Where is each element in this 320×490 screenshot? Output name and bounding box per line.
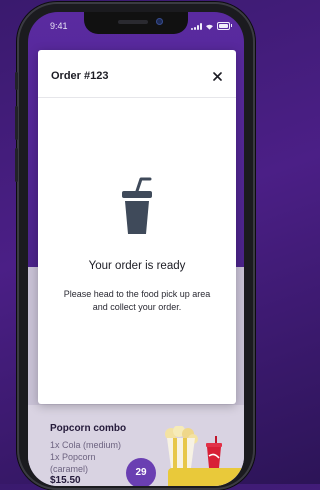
status-bar: 9:41 [28,12,244,40]
volume-up-button [15,106,18,140]
popcorn-icon [165,426,198,468]
pickup-instructions: Please head to the food pick up area and… [63,289,211,312]
wifi-icon [206,24,213,30]
close-icon [212,71,222,81]
background-count-badge: 29 [126,458,156,486]
modal-title: Order #123 [51,70,109,82]
status-time: 9:41 [50,21,68,31]
volume-down-button [15,148,18,182]
close-button[interactable] [210,69,224,83]
phone-screen: Popcorn combo 1x Cola (medium) 1x Popcor… [28,12,244,486]
modal-header: Order #123 [38,50,236,98]
background-item-line: (caramel) [50,464,89,474]
mute-switch [15,72,18,90]
order-ready-heading: Your order is ready [88,260,186,272]
background-item-title: Popcorn combo [50,423,127,434]
background-item-line: 1x Cola (medium) [50,440,122,450]
battery-icon [217,22,232,30]
drink-cup-icon [122,177,152,234]
signal-icon [191,22,202,30]
background-item-price: $15.50 [50,475,81,486]
cola-cup-icon [206,436,222,468]
order-ready-modal: Order #123 Your order is ready Please he… [38,50,236,404]
background-action-button[interactable] [168,468,244,486]
background-item-line: 1x Popcorn [50,452,96,462]
